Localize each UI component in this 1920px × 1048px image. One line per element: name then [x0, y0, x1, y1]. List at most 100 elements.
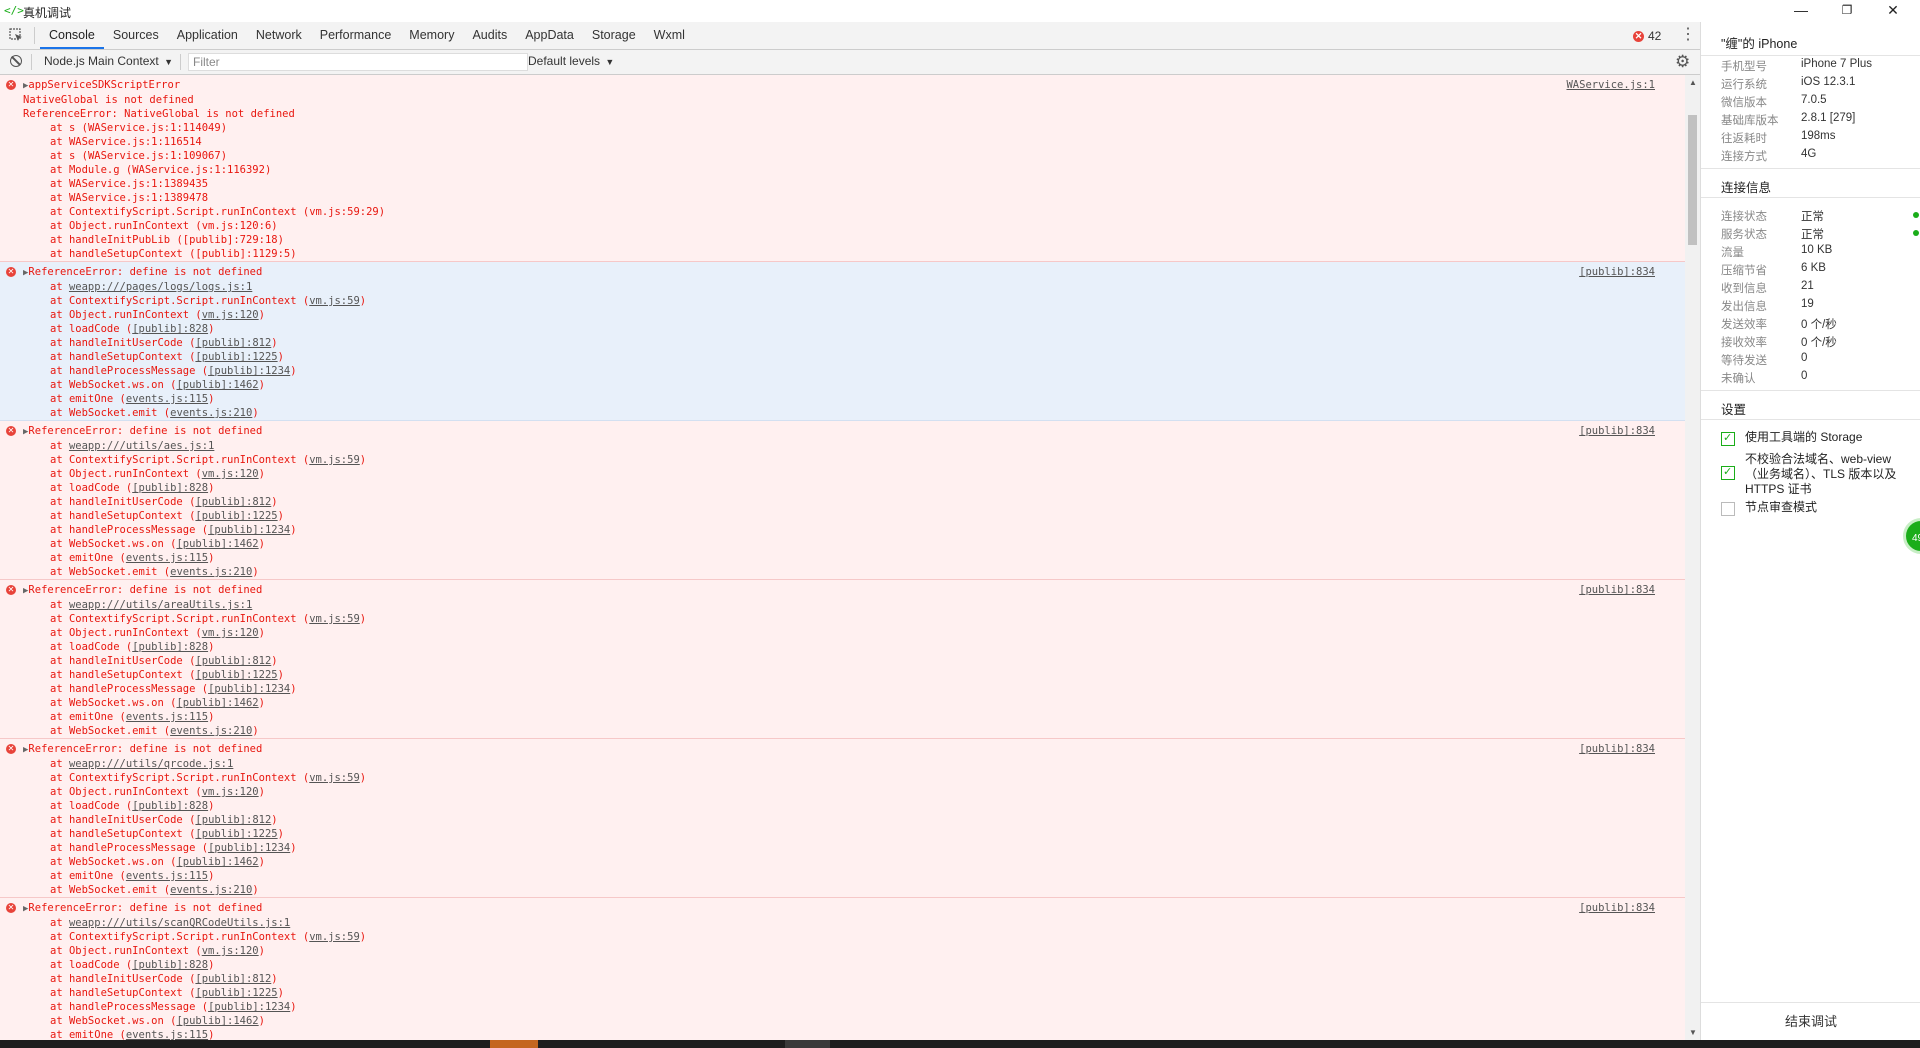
tab-application[interactable]: Application — [168, 22, 247, 49]
stack-location-link[interactable]: [publib]:1234 — [208, 683, 290, 695]
stack-location-link[interactable]: [publib]:828 — [132, 641, 208, 653]
end-debug-button[interactable]: 结束调试 — [1701, 1002, 1920, 1041]
stack-location-link[interactable]: [publib]:828 — [132, 800, 208, 812]
stack-location-link[interactable]: [publib]:828 — [132, 959, 208, 971]
stack-location-link[interactable]: events.js:115 — [126, 870, 208, 882]
taskbar-app-button[interactable] — [490, 1040, 538, 1048]
scrollbar-thumb[interactable] — [1688, 115, 1697, 245]
settings-checkbox[interactable] — [1721, 502, 1735, 516]
tab-wxml[interactable]: Wxml — [645, 22, 694, 49]
stack-location-link[interactable]: weapp:///utils/qrcode.js:1 — [69, 758, 233, 770]
console-log[interactable]: ✕ WAService.js:1 ▶appServiceSDKScriptError… — [0, 75, 1685, 1040]
stack-location-link[interactable]: [publib]:1225 — [195, 351, 277, 363]
stack-location-link[interactable]: [publib]:1225 — [195, 987, 277, 999]
console-error-entry[interactable]: ✕ [publib]:834 ▶ReferenceError: define is … — [0, 421, 1685, 580]
taskbar-app-button[interactable] — [785, 1040, 830, 1048]
source-link[interactable]: [publib]:834 — [1579, 583, 1655, 597]
stack-location-link[interactable]: [publib]:1234 — [208, 524, 290, 536]
settings-checkbox-label[interactable]: 节点审查模式 — [1745, 500, 1905, 515]
console-error-entry[interactable]: ✕ [publib]:834 ▶ReferenceError: define is … — [0, 898, 1685, 1040]
tab-sources[interactable]: Sources — [104, 22, 168, 49]
stack-location-link[interactable]: [publib]:1462 — [176, 538, 258, 550]
console-error-entry[interactable]: ✕ [publib]:834 ▶ReferenceError: define is … — [0, 262, 1685, 421]
stack-frame: at WebSocket.emit (events.js:210) — [50, 407, 259, 419]
more-options-icon[interactable]: ⋮ — [1680, 26, 1696, 44]
stack-location-link[interactable]: [publib]:812 — [195, 973, 271, 985]
stack-location-link[interactable]: vm.js:120 — [202, 627, 259, 639]
error-icon: ✕ — [6, 80, 16, 90]
stack-location-link[interactable]: vm.js:59 — [309, 613, 360, 625]
console-error-entry[interactable]: ✕ [publib]:834 ▶ReferenceError: define is … — [0, 580, 1685, 739]
close-button[interactable]: ✕ — [1870, 0, 1916, 22]
source-link[interactable]: [publib]:834 — [1579, 742, 1655, 756]
stack-location-link[interactable]: [publib]:1225 — [195, 510, 277, 522]
stack-location-link[interactable]: [publib]:1225 — [195, 828, 277, 840]
source-link[interactable]: WAService.js:1 — [1566, 78, 1655, 92]
tab-audits[interactable]: Audits — [463, 22, 516, 49]
console-error-entry[interactable]: ✕ WAService.js:1 ▶appServiceSDKScriptError… — [0, 75, 1685, 262]
scroll-down-arrow-icon[interactable]: ▼ — [1689, 1028, 1697, 1037]
stack-location-link[interactable]: [publib]:1234 — [208, 842, 290, 854]
error-counter[interactable]: ✕ 42 — [1633, 28, 1661, 44]
stack-location-link[interactable]: [publib]:1462 — [176, 1015, 258, 1027]
settings-checkbox[interactable] — [1721, 465, 1735, 480]
stack-location-link[interactable]: weapp:///utils/aes.js:1 — [69, 440, 214, 452]
stack-location-link[interactable]: events.js:210 — [170, 725, 252, 737]
settings-checkbox-label[interactable]: 不校验合法域名、web-view（业务域名）、TLS 版本以及 HTTPS 证书 — [1745, 452, 1905, 497]
log-levels-select[interactable]: Default levels ▼ — [528, 54, 614, 68]
inspect-element-icon[interactable] — [9, 28, 23, 42]
stack-location-link[interactable]: vm.js:120 — [202, 786, 259, 798]
restore-button[interactable]: ❐ — [1824, 0, 1870, 22]
minimize-button[interactable]: — — [1778, 0, 1824, 22]
stack-location-link[interactable]: [publib]:1462 — [176, 856, 258, 868]
stack-location-link[interactable]: [publib]:828 — [132, 482, 208, 494]
stack-location-link[interactable]: [publib]:1234 — [208, 1001, 290, 1013]
stack-location-link[interactable]: weapp:///utils/scanQRCodeUtils.js:1 — [69, 917, 290, 929]
source-link[interactable]: [publib]:834 — [1579, 265, 1655, 279]
source-link[interactable]: [publib]:834 — [1579, 901, 1655, 915]
stack-location-link[interactable]: [publib]:1462 — [176, 697, 258, 709]
stack-location-link[interactable]: vm.js:59 — [309, 454, 360, 466]
stack-location-link[interactable]: [publib]:828 — [132, 323, 208, 335]
stack-location-link[interactable]: vm.js:120 — [202, 468, 259, 480]
stack-location-link[interactable]: events.js:210 — [170, 566, 252, 578]
stack-location-link[interactable]: [publib]:812 — [195, 655, 271, 667]
stack-location-link[interactable]: [publib]:812 — [195, 814, 271, 826]
tab-storage[interactable]: Storage — [583, 22, 645, 49]
stack-location-link[interactable]: events.js:115 — [126, 711, 208, 723]
source-link[interactable]: [publib]:834 — [1579, 424, 1655, 438]
stack-location-link[interactable]: vm.js:120 — [202, 945, 259, 957]
tab-network[interactable]: Network — [247, 22, 311, 49]
stack-location-link[interactable]: vm.js:59 — [309, 931, 360, 943]
stack-location-link[interactable]: weapp:///pages/logs/logs.js:1 — [69, 281, 252, 293]
stack-location-link[interactable]: vm.js:120 — [202, 309, 259, 321]
clear-console-icon[interactable] — [10, 55, 22, 67]
stack-location-link[interactable]: events.js:115 — [126, 1029, 208, 1040]
console-error-entry[interactable]: ✕ [publib]:834 ▶ReferenceError: define is … — [0, 739, 1685, 898]
stack-location-link[interactable]: vm.js:59 — [309, 772, 360, 784]
context-select[interactable]: Node.js Main Context ▼ — [44, 54, 173, 68]
stack-location-link[interactable]: events.js:210 — [170, 884, 252, 896]
scroll-up-arrow-icon[interactable]: ▲ — [1689, 78, 1697, 87]
tab-console[interactable]: Console — [40, 22, 104, 49]
settings-checkbox-label[interactable]: 使用工具端的 Storage — [1745, 430, 1905, 445]
stack-location-link[interactable]: [publib]:812 — [195, 337, 271, 349]
tab-memory[interactable]: Memory — [400, 22, 463, 49]
console-scrollbar[interactable]: ▲ ▼ — [1685, 75, 1700, 1040]
stack-location-link[interactable]: vm.js:59 — [309, 295, 360, 307]
tab-performance[interactable]: Performance — [311, 22, 401, 49]
tab-appdata[interactable]: AppData — [516, 22, 583, 49]
console-settings-gear-icon[interactable]: ⚙ — [1675, 52, 1690, 71]
stack-location-link[interactable]: events.js:210 — [170, 407, 252, 419]
stack-location-link[interactable]: [publib]:1234 — [208, 365, 290, 377]
settings-checkbox[interactable] — [1721, 431, 1735, 446]
stack-location-link[interactable]: [publib]:812 — [195, 496, 271, 508]
stack-location-link[interactable]: [publib]:1462 — [176, 379, 258, 391]
stack-function: handleInitUserCode — [68, 655, 183, 667]
stack-frame: at loadCode ([publib]:828) — [50, 482, 215, 494]
stack-location-link[interactable]: [publib]:1225 — [195, 669, 277, 681]
filter-input[interactable] — [188, 53, 528, 71]
stack-location-link[interactable]: events.js:115 — [126, 552, 208, 564]
stack-location-link[interactable]: weapp:///utils/areaUtils.js:1 — [69, 599, 252, 611]
stack-location-link[interactable]: events.js:115 — [126, 393, 208, 405]
